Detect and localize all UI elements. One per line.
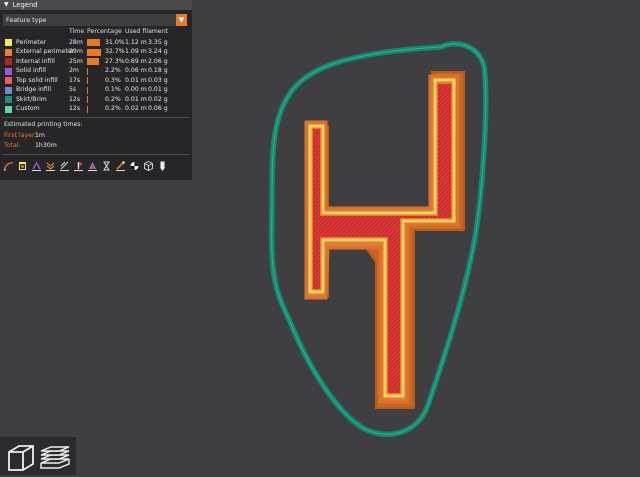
options-toolbar [3, 158, 189, 174]
percentage-bar [87, 67, 88, 75]
legend-divider-2 [2, 154, 190, 155]
legend-row-length: 0.02 m [125, 105, 147, 112]
wipe-icon[interactable] [17, 160, 28, 172]
legend-row-weight: 2.06 g [148, 57, 168, 65]
legend-row-weight: 0.06 g [148, 105, 168, 112]
percentage-bar [87, 86, 88, 94]
legend-row-weight: 3.24 g [148, 48, 168, 55]
legend-row-percentage: 27.3% [105, 57, 125, 65]
legend-panel: ▼ Legend Feature type ▼ Time Percentage … [0, 0, 192, 180]
percentage-bar [87, 58, 99, 65]
travel-icon[interactable] [3, 160, 14, 172]
legend-swatch [5, 39, 12, 46]
legend-row-percentage: 0.1% [105, 86, 121, 93]
legend-swatch [5, 48, 12, 56]
legend-row-weight: 0.01 g [148, 86, 168, 93]
view-3d-icon[interactable] [3, 440, 37, 473]
percentage-bar [87, 105, 88, 113]
legend-row-name: Skirt/Brim [16, 95, 47, 103]
legend-divider [2, 117, 190, 118]
legend-row-percentage: 0.2% [105, 95, 121, 103]
legend-row-name: Custom [16, 105, 40, 112]
legend-row[interactable]: External perimeter 29m 32.7% 1.09 m 3.24 g [0, 48, 192, 57]
legend-row[interactable]: Perimeter 28m 31.0% 1.12 m 3.35 g [0, 38, 192, 47]
percentage-bar [87, 39, 101, 46]
legend-row-time: 17s [69, 76, 81, 84]
tool-changes-icon[interactable] [73, 160, 84, 172]
legend-title: Legend [12, 0, 38, 9]
legend-row-percentage: 0.2% [105, 105, 121, 112]
legend-swatch [5, 96, 12, 103]
legend-row-time: 2m [69, 67, 79, 74]
legend-row-length: 1.09 m [125, 48, 147, 55]
legend-row[interactable]: Solid infill 2m 2.2% 0.06 m 0.18 g [0, 67, 192, 76]
legend-swatch [5, 86, 12, 94]
column-used-filament: Used filament [125, 28, 169, 35]
legend-row-length: 0.01 m [125, 76, 147, 84]
legend-row-weight: 0.03 g [148, 76, 168, 84]
legend-row-weight: 0.18 g [148, 67, 168, 74]
column-time: Time [69, 28, 85, 35]
dropdown-arrow-icon[interactable]: ▼ [176, 14, 187, 26]
view-type-value: Feature type [6, 15, 47, 24]
tool-marker-icon[interactable] [157, 160, 168, 172]
printed-part [304, 71, 465, 409]
legend-row-length: 0.00 m [125, 86, 147, 93]
legend-row[interactable]: Top solid infill 17s 0.3% 0.01 m 0.03 g [0, 76, 192, 85]
legend-row[interactable]: Skirt/Brim 12s 0.2% 0.01 m 0.02 g [0, 95, 192, 104]
view-toggle-bar [0, 437, 76, 475]
view-layers-icon[interactable] [38, 440, 72, 473]
estimated-times-title: Estimated printing times: [4, 121, 83, 128]
legend-row-time: 12s [69, 105, 81, 112]
percentage-bar [87, 48, 101, 56]
legend-header[interactable]: ▼ Legend [0, 0, 192, 10]
legend-row-name: Solid infill [16, 67, 47, 74]
total-label: Total: [4, 142, 21, 149]
legend-row[interactable]: Bridge infill 5s 0.1% 0.00 m 0.01 g [0, 86, 192, 95]
legend-row-name: Internal infill [16, 57, 55, 65]
percentage-bar [87, 96, 88, 103]
legend-row-length: 0.06 m [125, 67, 147, 74]
legend-row-length: 0.01 m [125, 95, 147, 103]
deretractions-icon[interactable] [45, 160, 56, 172]
first-layer-label: First layer: [4, 132, 37, 139]
legend-swatch [5, 67, 12, 75]
legend-row-name: Bridge infill [16, 86, 52, 93]
legend-row-weight: 0.02 g [148, 95, 168, 103]
center-of-gravity-icon[interactable] [129, 160, 140, 172]
legend-row-percentage: 0.3% [105, 76, 121, 84]
legend-row-name: External perimeter [16, 48, 75, 55]
legend-swatch [5, 58, 12, 65]
legend-row-time: 12s [69, 95, 81, 103]
legend-row-time: 25m [69, 57, 83, 65]
pause-prints-icon[interactable] [101, 160, 112, 172]
legend-row-time: 29m [69, 48, 83, 55]
custom-gcodes-icon[interactable] [115, 160, 126, 172]
seams-icon[interactable] [59, 160, 70, 172]
legend-row-percentage: 31.0% [105, 38, 125, 46]
view-type-select[interactable]: Feature type ▼ [3, 14, 187, 26]
legend-row-percentage: 2.2% [105, 67, 121, 74]
collapse-triangle-icon[interactable]: ▼ [4, 2, 9, 8]
legend-row[interactable]: Custom 12s 0.2% 0.02 m 0.06 g [0, 105, 192, 114]
legend-swatch [5, 77, 12, 84]
legend-row-name: Perimeter [16, 38, 47, 46]
legend-row-time: 28m [69, 38, 83, 46]
percentage-bar [87, 77, 88, 84]
legend-row-weight: 3.35 g [148, 38, 168, 46]
first-layer-value: 1m [35, 132, 45, 139]
legend-row-length: 1.12 m [125, 38, 147, 46]
retractions-icon[interactable] [31, 160, 42, 172]
legend-row-name: Top solid infill [16, 76, 58, 84]
legend-row-length: 0.69 m [125, 57, 147, 65]
legend-row-time: 5s [69, 86, 77, 93]
legend-swatch [5, 105, 12, 113]
legend-row[interactable]: Internal infill 25m 27.3% 0.69 m 2.06 g [0, 57, 192, 66]
column-percentage: Percentage [87, 28, 122, 35]
total-value: 1h30m [35, 142, 57, 149]
color-changes-icon[interactable] [87, 160, 98, 172]
legend-row-percentage: 32.7% [105, 48, 125, 55]
shells-icon[interactable] [143, 160, 154, 172]
